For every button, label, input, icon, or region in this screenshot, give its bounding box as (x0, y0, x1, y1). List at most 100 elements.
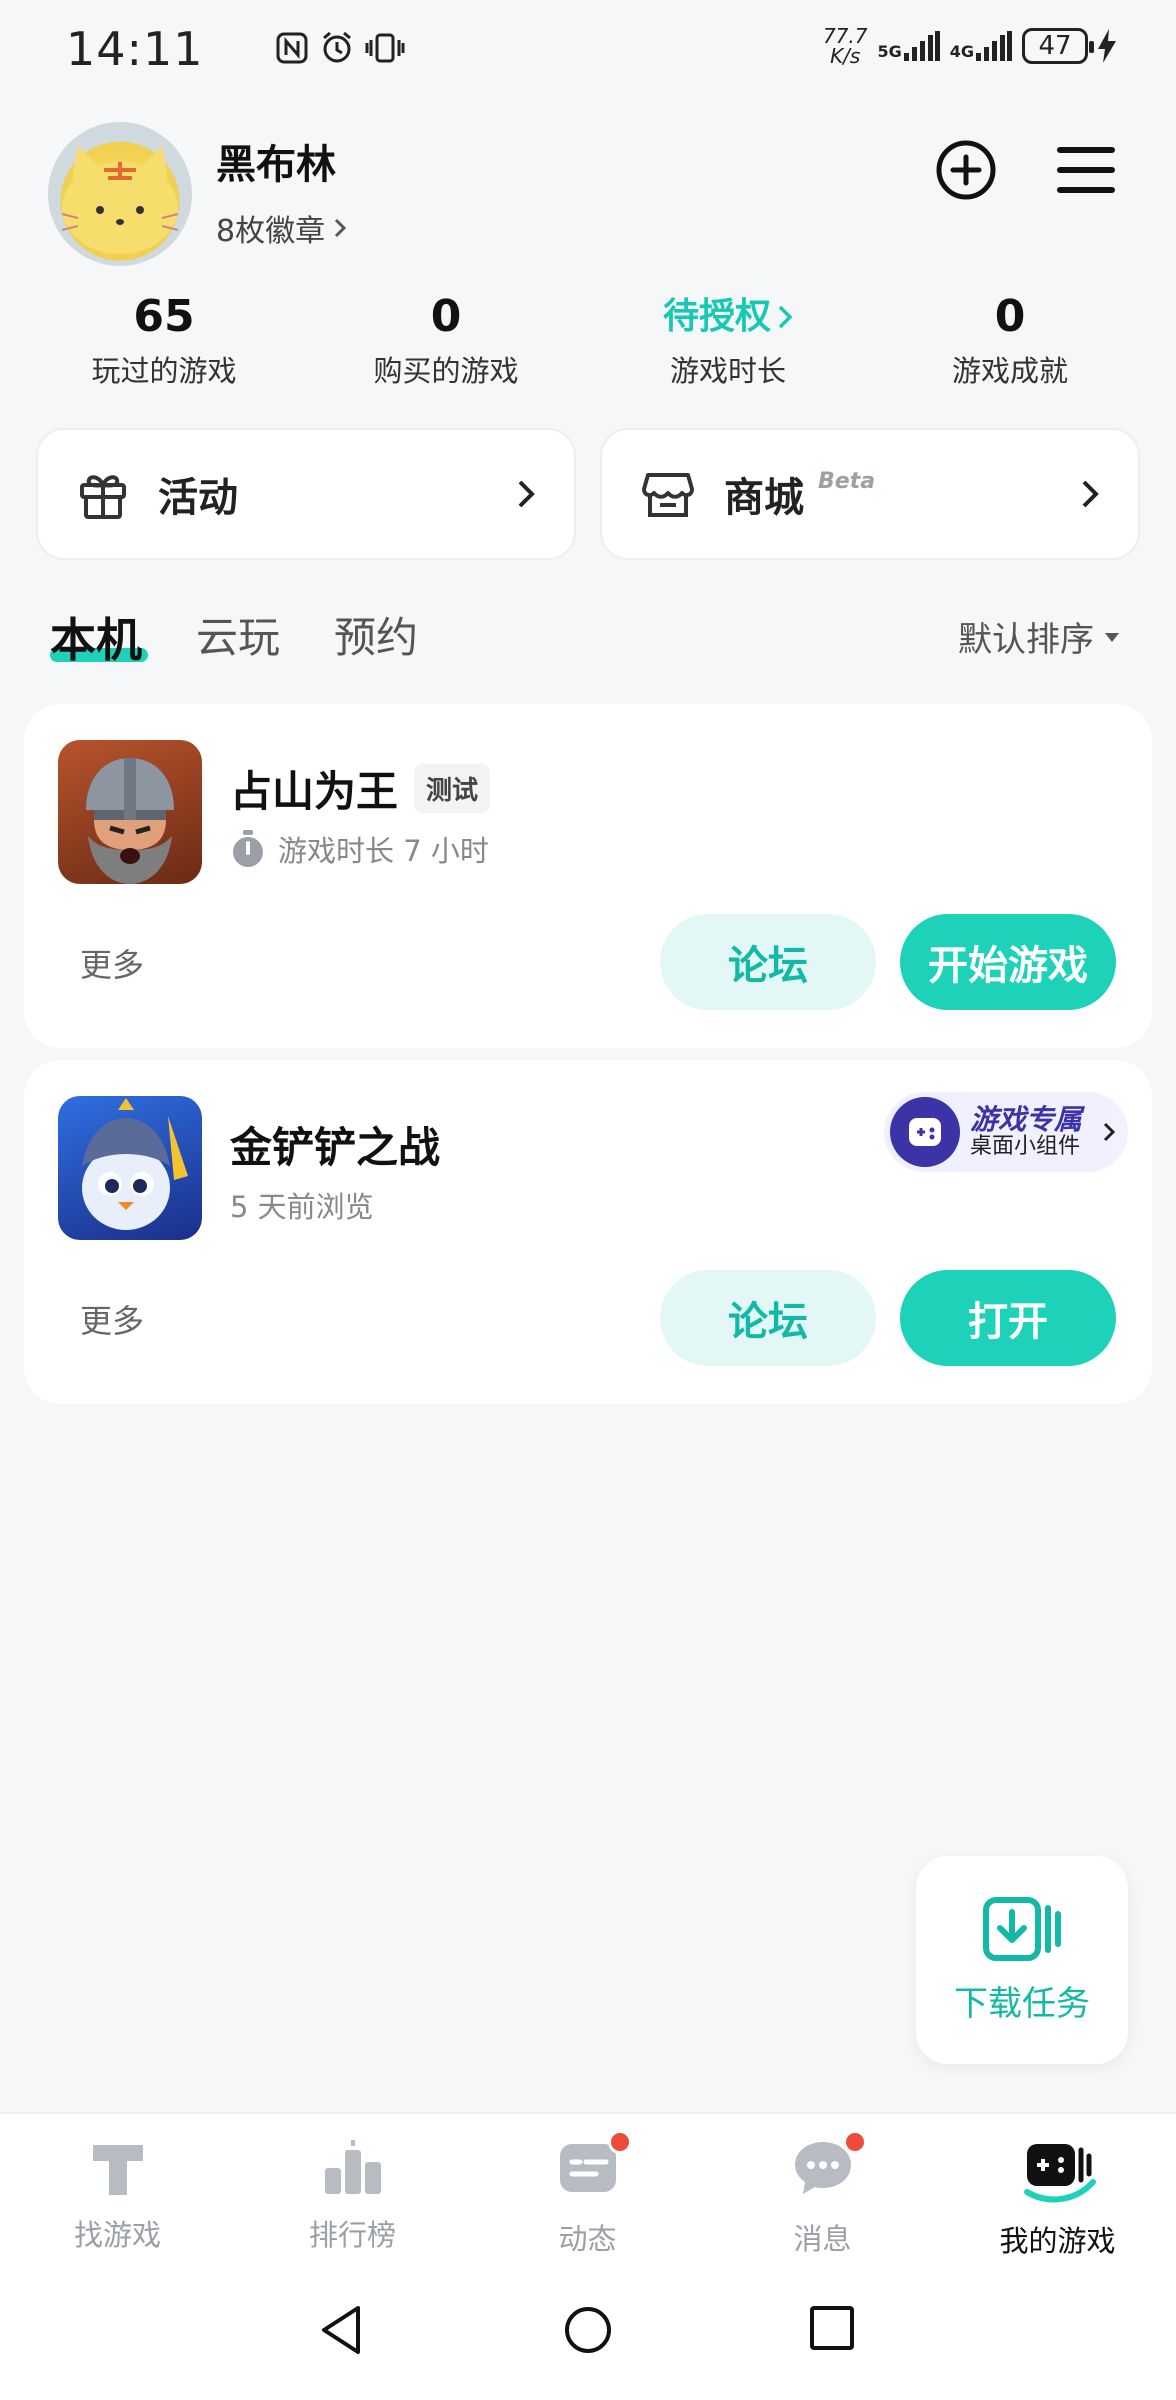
notification-dot (607, 2130, 632, 2154)
nav-label: 消息 (793, 2222, 852, 2256)
widget-sub-label: 桌面小组件 (970, 1134, 1081, 1160)
nav-rankings[interactable]: 排行榜 (235, 2138, 470, 2254)
download-tasks-button[interactable]: 下载任务 (916, 1856, 1128, 2064)
tab-reserve[interactable]: 预约 (334, 604, 418, 665)
game-icon-zhanshanweiwang[interactable] (58, 740, 202, 884)
stat-label: 购买的游戏 (373, 354, 519, 388)
plus-circle-icon (936, 140, 996, 200)
badges-label: 8枚徽章 (216, 214, 326, 249)
chevron-right-icon (518, 480, 535, 508)
sim1-label: 5G (877, 42, 902, 61)
game-card[interactable]: 占山为王 测试 游戏时长 7 小时 更多 论坛 开始游戏 (24, 704, 1152, 1048)
game-last-viewed: 5 天前浏览 (230, 1190, 374, 1224)
gift-icon (80, 475, 126, 519)
nav-label: 找游戏 (73, 2218, 161, 2252)
test-tag: 测试 (414, 764, 491, 813)
stopwatch-icon (233, 830, 263, 867)
battery-indicator: 47 (1022, 28, 1094, 64)
more-button[interactable]: 更多 (80, 1296, 144, 1342)
nav-label: 我的游戏 (999, 2224, 1116, 2258)
widget-main-label: 游戏专属 (970, 1102, 1083, 1136)
net-speed-value: 77.7 (822, 24, 868, 48)
store-icon (642, 473, 694, 517)
beta-badge: Beta (818, 468, 876, 494)
game-title[interactable]: 金铲铲之战 (230, 1114, 440, 1175)
add-button[interactable] (928, 132, 1004, 208)
menu-button[interactable] (1048, 132, 1124, 208)
status-left-icons (275, 30, 405, 66)
widget-text: 游戏专属 桌面小组件 (970, 1102, 1083, 1160)
stat-value: 0 (430, 291, 462, 342)
vibrate-icon (365, 33, 405, 63)
chevron-right-icon (778, 305, 793, 329)
penguin-game-icon (82, 1098, 188, 1230)
desktop-widget-banner[interactable]: 游戏专属 桌面小组件 (884, 1092, 1128, 1172)
nfc-icon (276, 32, 308, 64)
stat-achievements[interactable]: 0 游戏成就 (869, 290, 1151, 390)
status-right-icons: 77.7 K/s 5G 4G 47 (823, 26, 1116, 66)
mall-entry[interactable]: 商城 Beta (600, 428, 1140, 560)
forum-button[interactable]: 论坛 (660, 914, 876, 1010)
start-game-button[interactable]: 开始游戏 (900, 914, 1116, 1010)
stat-played-games[interactable]: 65 玩过的游戏 (23, 290, 305, 390)
caret-down-icon (1105, 632, 1119, 642)
charging-bolt-icon (1098, 29, 1116, 63)
nav-find-games[interactable]: 找游戏 (0, 2138, 235, 2254)
hamburger-menu-icon (1057, 147, 1115, 193)
alarm-icon (323, 31, 351, 63)
signal-bars-icon (903, 31, 940, 61)
game-title[interactable]: 占山为王 测试 (230, 758, 491, 819)
back-button[interactable] (318, 2304, 366, 2360)
open-game-button[interactable]: 打开 (900, 1270, 1116, 1366)
signal-bars-icon (976, 31, 1012, 61)
home-button[interactable] (562, 2304, 614, 2360)
chevron-right-icon (1082, 480, 1099, 508)
chevron-right-icon (1103, 1122, 1116, 1142)
gamepad-icon (890, 1097, 960, 1167)
stat-purchased-games[interactable]: 0 购买的游戏 (305, 290, 587, 390)
warrior-game-icon (86, 758, 174, 884)
stat-label: 游戏成就 (951, 354, 1068, 388)
notification-dot (842, 2130, 867, 2154)
activity-label: 活动 (158, 475, 238, 521)
game-icon-jinchanchan[interactable] (58, 1096, 202, 1240)
signal-sim2: 4G (950, 31, 1012, 61)
find-games-icon (92, 2145, 143, 2195)
forum-button[interactable]: 论坛 (660, 1270, 876, 1366)
badges-link[interactable]: 8枚徽章 (216, 206, 347, 250)
user-name[interactable]: 黑布林 (216, 132, 336, 190)
nav-messages[interactable]: 消息 (705, 2130, 940, 2258)
stat-value: 0 (994, 291, 1026, 342)
tab-local[interactable]: 本机 (50, 604, 142, 670)
game-playtime: 游戏时长 7 小时 (230, 828, 489, 870)
back-triangle-icon (322, 2306, 360, 2354)
recents-button[interactable] (808, 2304, 856, 2356)
download-icon (983, 1896, 1061, 1961)
home-circle-icon (565, 2307, 611, 2353)
nav-my-games[interactable]: 我的游戏 (940, 2138, 1175, 2260)
game-card[interactable]: 金铲铲之战 5 天前浏览 游戏专属 桌面小组件 更多 论坛 打开 (24, 1060, 1152, 1404)
nav-label: 排行榜 (308, 2218, 396, 2252)
nav-activity[interactable]: 动态 (470, 2130, 705, 2258)
status-time: 14:11 (66, 22, 204, 76)
signal-sim1: 5G (877, 31, 940, 61)
pending-auth-label: 待授权 (662, 296, 771, 337)
sort-dropdown[interactable]: 默认排序 (958, 612, 1120, 661)
playtime-text: 游戏时长 7 小时 (278, 834, 489, 868)
tab-cloud[interactable]: 云玩 (196, 604, 280, 665)
tiger-avatar-icon (61, 146, 179, 254)
rankings-icon (324, 2140, 381, 2194)
stat-label: 玩过的游戏 (91, 354, 237, 388)
net-speed: 77.7 K/s (823, 26, 868, 66)
more-button[interactable]: 更多 (80, 940, 144, 986)
stat-play-time[interactable]: 待授权 游戏时长 (587, 290, 869, 390)
stat-value-pending: 待授权 (587, 290, 869, 344)
stat-label: 游戏时长 (669, 354, 786, 388)
stat-value: 65 (133, 291, 195, 342)
sort-label: 默认排序 (958, 620, 1094, 660)
avatar[interactable] (48, 122, 192, 266)
activity-entry[interactable]: 活动 (36, 428, 576, 560)
sim2-label: 4G (949, 42, 974, 61)
game-title-text: 占山为王 (230, 767, 399, 816)
my-games-gamepad-icon (1023, 2144, 1096, 2203)
